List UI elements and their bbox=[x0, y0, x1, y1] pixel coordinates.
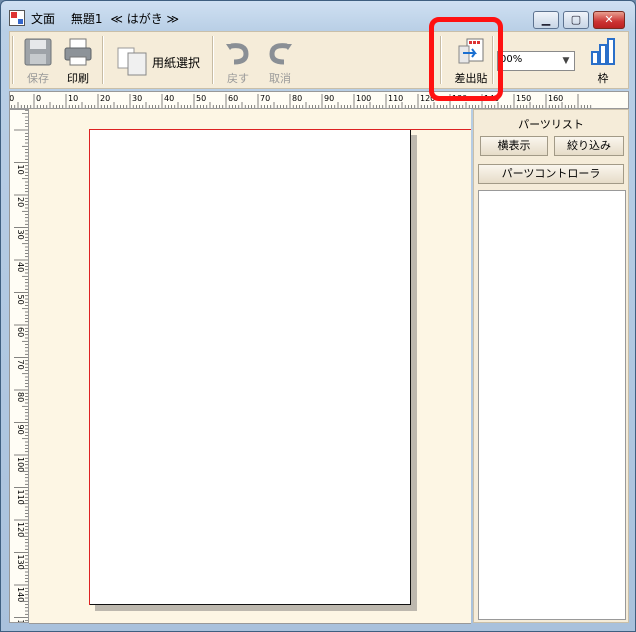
ruler-h-label: 90 bbox=[324, 94, 334, 103]
highlight-box bbox=[429, 17, 503, 101]
ruler-v-label: 150 bbox=[16, 620, 25, 624]
ruler-v-label: 20 bbox=[16, 197, 25, 207]
ruler-h-label: 110 bbox=[388, 94, 403, 103]
design-canvas[interactable] bbox=[29, 109, 471, 624]
close-button[interactable]: ✕ bbox=[593, 11, 625, 29]
ruler-v-label: 30 bbox=[16, 230, 25, 240]
paper-icon bbox=[117, 47, 147, 76]
redo-label: 取消 bbox=[269, 72, 291, 85]
ruler-h-label: 10 bbox=[68, 94, 78, 103]
ruler-h-label: 80 bbox=[292, 94, 302, 103]
postcard-paper[interactable] bbox=[89, 129, 411, 605]
minimize-icon: ▁ bbox=[541, 13, 551, 26]
toolbar-separator bbox=[102, 36, 104, 84]
app-window: 文面 無題1 ≪ はがき ≫ ▁ ▢ ✕ 保存 印刷 用紙選択 戻す 取消 差出… bbox=[0, 0, 636, 632]
ruler-v-label: 80 bbox=[16, 392, 25, 402]
ruler-v-label: 50 bbox=[16, 295, 25, 305]
ruler-h-label: 20 bbox=[100, 94, 110, 103]
ruler-h-label: 0 bbox=[36, 94, 41, 103]
toolbar-grip bbox=[12, 36, 14, 84]
print-button[interactable]: 印刷 bbox=[60, 36, 96, 86]
ruler-h-label: 30 bbox=[132, 94, 142, 103]
window-title: 文面 無題1 ≪ はがき ≫ bbox=[31, 10, 191, 27]
ruler-v-label: 110 bbox=[16, 490, 25, 505]
ruler-v-label: 100 bbox=[16, 457, 25, 472]
zoom-select[interactable]: 00% ▼ bbox=[497, 51, 575, 71]
ruler-v-label: 140 bbox=[16, 587, 25, 602]
guide-line-horizontal bbox=[89, 129, 471, 130]
ruler-h-label: 160 bbox=[548, 94, 563, 103]
ruler-v-label: 70 bbox=[16, 360, 25, 370]
horizontal-ruler-scale: 2010010203040506070809010011012013014015… bbox=[10, 94, 592, 108]
undo-label: 戻す bbox=[227, 72, 249, 85]
app-name: 文面 bbox=[31, 12, 56, 26]
horizontal-ruler: 2010010203040506070809010011012013014015… bbox=[9, 91, 629, 109]
printer-icon bbox=[64, 38, 92, 66]
frame-icon bbox=[591, 38, 615, 65]
title-bar: 文面 無題1 ≪ はがき ≫ ▁ ▢ ✕ bbox=[1, 1, 635, 31]
paper-select-button[interactable]: 用紙選択 bbox=[114, 36, 206, 86]
ruler-v-label: 120 bbox=[16, 522, 25, 537]
ruler-h-label: 60 bbox=[228, 94, 238, 103]
close-icon: ✕ bbox=[604, 13, 614, 26]
ruler-h-label: 70 bbox=[260, 94, 270, 103]
document-type: ≪ はがき ≫ bbox=[110, 12, 180, 26]
horizontal-view-button[interactable]: 横表示 bbox=[480, 136, 548, 156]
document-name: 無題1 bbox=[70, 12, 103, 26]
vertical-ruler-scale: 10 20 30 40 50 60 70 80 90 100 110 120 130 140 150 bbox=[14, 110, 28, 624]
undo-icon bbox=[226, 43, 249, 65]
redo-icon bbox=[269, 43, 292, 65]
ruler-h-label: 10 bbox=[10, 94, 14, 103]
ruler-h-label: 40 bbox=[164, 94, 174, 103]
maximize-icon: ▢ bbox=[570, 13, 582, 26]
redo-button[interactable]: 取消 bbox=[260, 36, 300, 86]
app-icon bbox=[9, 10, 25, 26]
frame-label: 枠 bbox=[597, 72, 609, 85]
ruler-v-label: 10 bbox=[16, 165, 25, 175]
parts-list-title: パーツリスト bbox=[518, 118, 584, 131]
save-icon bbox=[24, 38, 52, 66]
minimize-button[interactable]: ▁ bbox=[533, 11, 559, 29]
ruler-v-label: 130 bbox=[16, 555, 25, 570]
save-button[interactable]: 保存 bbox=[20, 36, 56, 86]
vertical-ruler: 10 20 30 40 50 60 70 80 90 100 110 120 130 140 150 bbox=[9, 109, 29, 623]
zoom-value: 00% bbox=[500, 54, 523, 65]
ruler-v-label: 40 bbox=[16, 262, 25, 272]
toolbar-separator bbox=[212, 36, 214, 84]
filter-button[interactable]: 絞り込み bbox=[554, 136, 624, 156]
undo-button[interactable]: 戻す bbox=[220, 36, 256, 86]
ruler-h-label: 150 bbox=[516, 94, 531, 103]
parts-panel: パーツリスト 横表示 絞り込み パーツコントローラ bbox=[473, 109, 629, 623]
ruler-h-label: 50 bbox=[196, 94, 206, 103]
ruler-v-label: 90 bbox=[16, 425, 25, 435]
parts-list[interactable] bbox=[478, 190, 626, 620]
save-label: 保存 bbox=[27, 72, 49, 85]
ruler-h-label: 100 bbox=[356, 94, 371, 103]
frame-button[interactable]: 枠 bbox=[586, 36, 620, 86]
ruler-v-label: 60 bbox=[16, 327, 25, 337]
parts-controller-button[interactable]: パーツコントローラ bbox=[478, 164, 624, 184]
maximize-button[interactable]: ▢ bbox=[563, 11, 589, 29]
print-label: 印刷 bbox=[67, 72, 89, 85]
chevron-down-icon[interactable]: ▼ bbox=[560, 54, 572, 68]
guide-line-vertical bbox=[89, 129, 90, 605]
paper-select-label: 用紙選択 bbox=[152, 56, 201, 70]
